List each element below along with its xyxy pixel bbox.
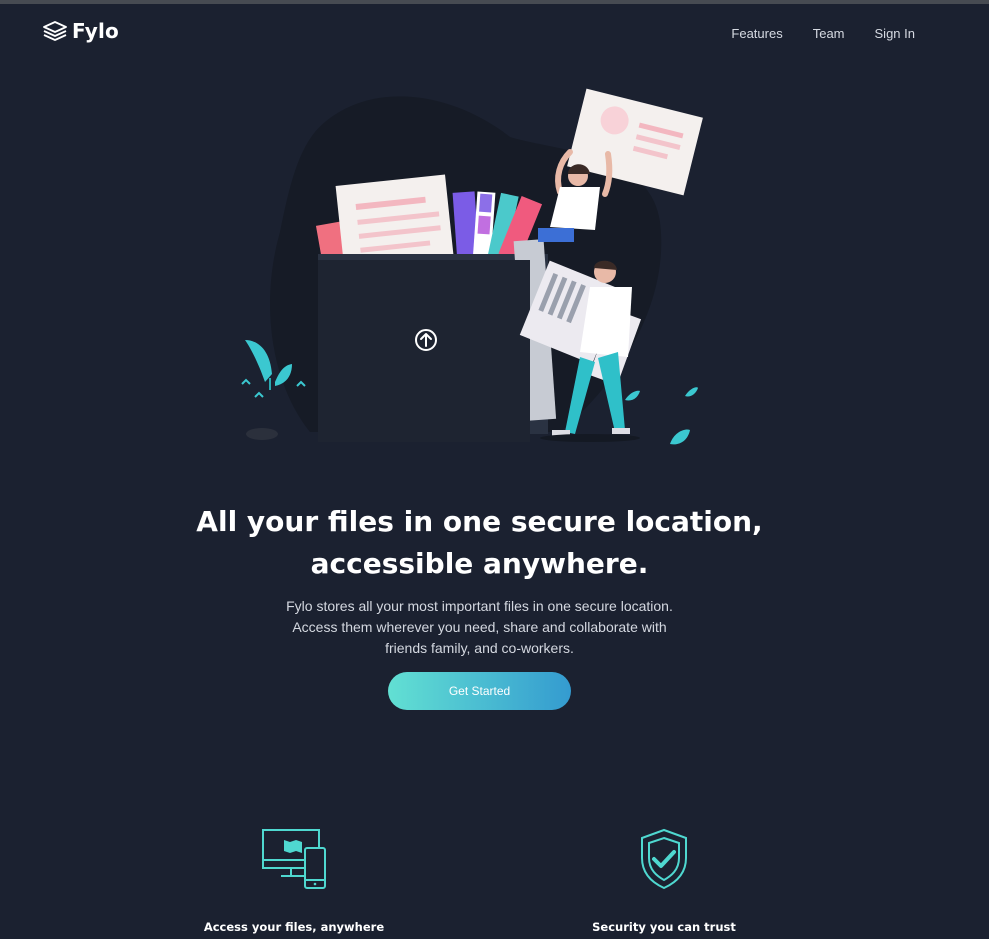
hero-headline-line-1: All your files in one secure location, <box>196 504 763 538</box>
logo[interactable]: Fylo <box>43 19 119 43</box>
main-nav: Features Team Sign In <box>731 26 915 41</box>
file-upload-illustration <box>241 88 703 445</box>
shield-check-icon <box>641 828 687 890</box>
hero-headline: All your files in one secure location, a… <box>0 501 959 585</box>
hero-description-line-1: Fylo stores all your most important file… <box>286 598 673 614</box>
get-started-button[interactable]: Get Started <box>388 672 571 710</box>
nav-link-sign-in[interactable]: Sign In <box>875 26 915 41</box>
hero-description-line-3: friends family, and co-workers. <box>385 640 574 656</box>
brand-name: Fylo <box>72 19 120 43</box>
feature-security: Security you can trust <box>534 828 794 934</box>
feature-access-anywhere: Access your files, anywhere <box>164 828 424 934</box>
feature-title: Security you can trust <box>592 920 736 934</box>
browser-top-border <box>0 0 989 4</box>
nav-link-features[interactable]: Features <box>731 26 782 41</box>
hero-description: Fylo stores all your most important file… <box>250 596 709 659</box>
hero-headline-line-2: accessible anywhere. <box>310 546 649 580</box>
stacked-layers-icon <box>43 21 67 41</box>
feature-title: Access your files, anywhere <box>203 920 385 934</box>
hero-description-line-2: Access them wherever you need, share and… <box>292 619 667 635</box>
nav-link-team[interactable]: Team <box>813 26 845 41</box>
devices-icon <box>262 829 326 889</box>
